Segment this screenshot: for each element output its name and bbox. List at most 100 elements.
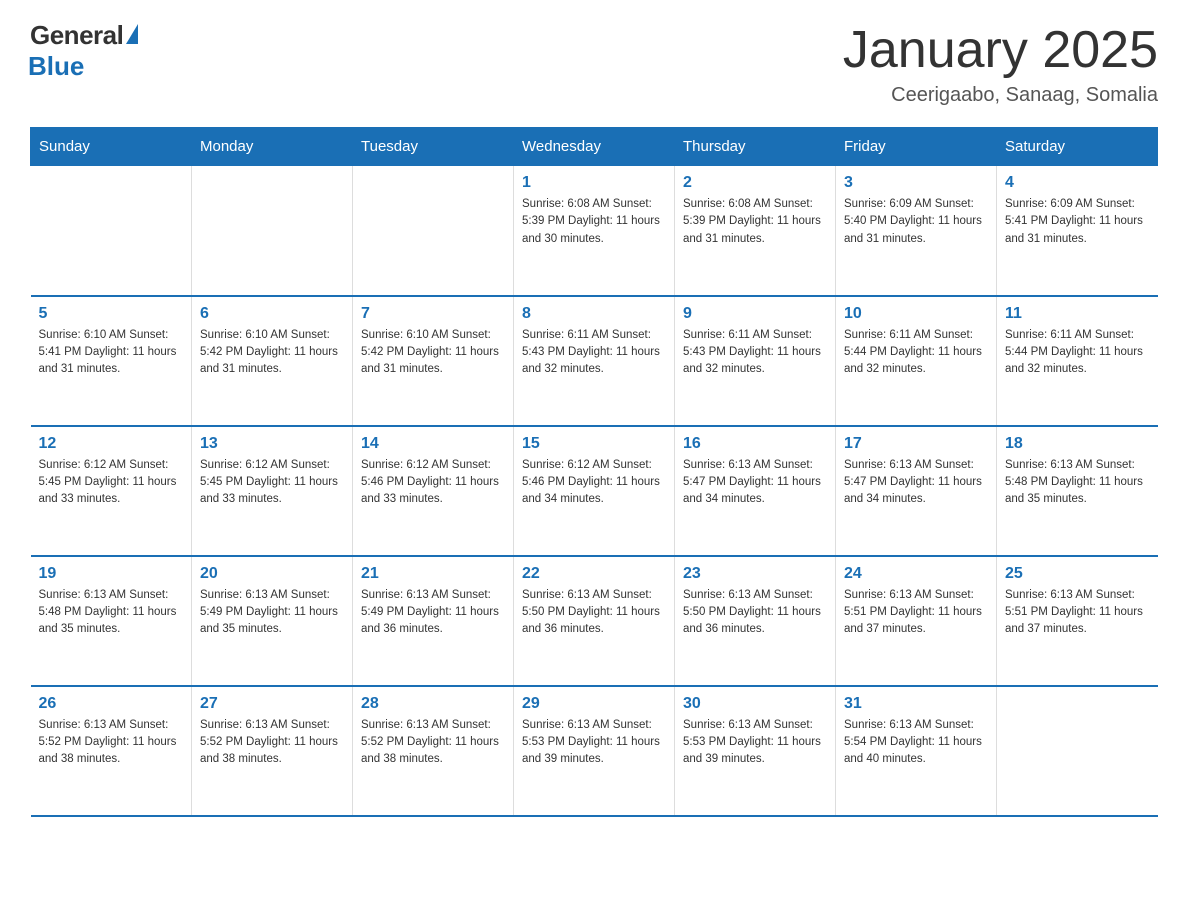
day-info: Sunrise: 6:13 AM Sunset: 5:48 PM Dayligh… — [1005, 457, 1150, 509]
calendar-cell: 1 Sunrise: 6:08 AM Sunset: 5:39 PM Daylig… — [514, 166, 675, 296]
calendar-cell: 15 Sunrise: 6:12 AM Sunset: 5:46 PM Dayli… — [514, 426, 675, 556]
calendar-cell: 6Sunrise: 6:10 AM Sunset: 5:42 PM Daylig… — [192, 296, 353, 426]
calendar-cell: 8Sunrise: 6:11 AM Sunset: 5:43 PM Daylig… — [514, 296, 675, 426]
day-number: 2 — [683, 174, 827, 192]
calendar-cell: 7 Sunrise: 6:10 AM Sunset: 5:42 PM Daylig… — [353, 296, 514, 426]
calendar-cell: 22 Sunrise: 6:13 AM Sunset: 5:50 PM Dayli… — [514, 556, 675, 686]
day-number: 18 — [1005, 435, 1150, 453]
day-number: 14 — [361, 435, 505, 453]
calendar-cell: 23 Sunrise: 6:13 AM Sunset: 5:50 PM Dayli… — [675, 556, 836, 686]
day-number: 10 — [844, 305, 988, 323]
calendar-cell: 16 Sunrise: 6:13 AM Sunset: 5:47 PM Dayli… — [675, 426, 836, 556]
day-number: 5 — [39, 305, 184, 323]
day-number: 22 — [522, 565, 666, 583]
weekday-header-row: SundayMondayTuesdayWednesdayThursdayFrid… — [31, 128, 1158, 166]
day-info: Sunrise: 6:13 AM Sunset: 5:49 PM Dayligh… — [361, 587, 505, 639]
day-info: Sunrise: 6:09 AM Sunset: 5:41 PM Dayligh… — [1005, 196, 1150, 248]
calendar-cell: 30 Sunrise: 6:13 AM Sunset: 5:53 PM Dayli… — [675, 686, 836, 816]
calendar-cell: 21 Sunrise: 6:13 AM Sunset: 5:49 PM Dayli… — [353, 556, 514, 686]
day-info: Sunrise: 6:13 AM Sunset: 5:47 PM Dayligh… — [683, 457, 827, 509]
day-info: Sunrise: 6:11 AM Sunset: 5:43 PM Dayligh… — [683, 327, 827, 379]
weekday-header-sunday: Sunday — [31, 128, 192, 166]
calendar-week-row: 19 Sunrise: 6:13 AM Sunset: 5:48 PM Dayli… — [31, 556, 1158, 686]
calendar-table: SundayMondayTuesdayWednesdayThursdayFrid… — [30, 127, 1158, 817]
calendar-cell: 12Sunrise: 6:12 AM Sunset: 5:45 PM Dayli… — [31, 426, 192, 556]
day-number: 28 — [361, 695, 505, 713]
calendar-cell: 25Sunrise: 6:13 AM Sunset: 5:51 PM Dayli… — [997, 556, 1158, 686]
calendar-cell: 10Sunrise: 6:11 AM Sunset: 5:44 PM Dayli… — [836, 296, 997, 426]
calendar-cell: 17Sunrise: 6:13 AM Sunset: 5:47 PM Dayli… — [836, 426, 997, 556]
day-info: Sunrise: 6:08 AM Sunset: 5:39 PM Dayligh… — [683, 196, 827, 248]
day-info: Sunrise: 6:09 AM Sunset: 5:40 PM Dayligh… — [844, 196, 988, 248]
calendar-week-row: 5 Sunrise: 6:10 AM Sunset: 5:41 PM Daylig… — [31, 296, 1158, 426]
day-info: Sunrise: 6:13 AM Sunset: 5:53 PM Dayligh… — [522, 717, 666, 769]
day-number: 21 — [361, 565, 505, 583]
day-number: 3 — [844, 174, 988, 192]
weekday-header-friday: Friday — [836, 128, 997, 166]
day-info: Sunrise: 6:13 AM Sunset: 5:47 PM Dayligh… — [844, 457, 988, 509]
calendar-cell: 4 Sunrise: 6:09 AM Sunset: 5:41 PM Daylig… — [997, 166, 1158, 296]
day-info: Sunrise: 6:13 AM Sunset: 5:52 PM Dayligh… — [39, 717, 184, 769]
day-info: Sunrise: 6:13 AM Sunset: 5:49 PM Dayligh… — [200, 587, 344, 639]
calendar-cell: 20Sunrise: 6:13 AM Sunset: 5:49 PM Dayli… — [192, 556, 353, 686]
calendar-cell: 18 Sunrise: 6:13 AM Sunset: 5:48 PM Dayli… — [997, 426, 1158, 556]
calendar-cell: 3 Sunrise: 6:09 AM Sunset: 5:40 PM Daylig… — [836, 166, 997, 296]
day-info: Sunrise: 6:10 AM Sunset: 5:42 PM Dayligh… — [361, 327, 505, 379]
calendar-cell: 9 Sunrise: 6:11 AM Sunset: 5:43 PM Daylig… — [675, 296, 836, 426]
calendar-cell: 5 Sunrise: 6:10 AM Sunset: 5:41 PM Daylig… — [31, 296, 192, 426]
day-info: Sunrise: 6:11 AM Sunset: 5:44 PM Dayligh… — [1005, 327, 1150, 379]
day-info: Sunrise: 6:13 AM Sunset: 5:50 PM Dayligh… — [522, 587, 666, 639]
calendar-cell: 24 Sunrise: 6:13 AM Sunset: 5:51 PM Dayli… — [836, 556, 997, 686]
logo-blue-text: Blue — [28, 51, 84, 82]
calendar-cell: 13 Sunrise: 6:12 AM Sunset: 5:45 PM Dayli… — [192, 426, 353, 556]
day-number: 19 — [39, 565, 184, 583]
weekday-header-wednesday: Wednesday — [514, 128, 675, 166]
day-number: 9 — [683, 305, 827, 323]
day-info: Sunrise: 6:13 AM Sunset: 5:53 PM Dayligh… — [683, 717, 827, 769]
weekday-header-saturday: Saturday — [997, 128, 1158, 166]
day-info: Sunrise: 6:12 AM Sunset: 5:46 PM Dayligh… — [522, 457, 666, 509]
day-info: Sunrise: 6:13 AM Sunset: 5:51 PM Dayligh… — [1005, 587, 1150, 639]
day-info: Sunrise: 6:12 AM Sunset: 5:45 PM Dayligh… — [200, 457, 344, 509]
day-info: Sunrise: 6:13 AM Sunset: 5:50 PM Dayligh… — [683, 587, 827, 639]
day-number: 16 — [683, 435, 827, 453]
day-number: 4 — [1005, 174, 1150, 192]
calendar-week-row: 12 Sunrise: 6:12 AM Sunset: 5:45 PM Dayli… — [31, 426, 1158, 556]
day-info: Sunrise: 6:13 AM Sunset: 5:52 PM Dayligh… — [361, 717, 505, 769]
calendar-cell — [192, 166, 353, 296]
logo-general-text: General — [30, 20, 123, 51]
title-section: January 2025 Ceerigaabo, Sanaag, Somalia — [843, 20, 1158, 107]
day-number: 7 — [361, 305, 505, 323]
day-number: 13 — [200, 435, 344, 453]
day-info: Sunrise: 6:13 AM Sunset: 5:54 PM Dayligh… — [844, 717, 988, 769]
weekday-header-tuesday: Tuesday — [353, 128, 514, 166]
day-info: Sunrise: 6:13 AM Sunset: 5:52 PM Dayligh… — [200, 717, 344, 769]
calendar-cell — [997, 686, 1158, 816]
day-number: 23 — [683, 565, 827, 583]
calendar-cell: 27 Sunrise: 6:13 AM Sunset: 5:52 PM Dayli… — [192, 686, 353, 816]
day-info: Sunrise: 6:11 AM Sunset: 5:43 PM Dayligh… — [522, 327, 666, 379]
weekday-header-monday: Monday — [192, 128, 353, 166]
day-number: 15 — [522, 435, 666, 453]
calendar-cell: 19 Sunrise: 6:13 AM Sunset: 5:48 PM Dayli… — [31, 556, 192, 686]
day-info: Sunrise: 6:08 AM Sunset: 5:39 PM Dayligh… — [522, 196, 666, 248]
day-number: 29 — [522, 695, 666, 713]
day-number: 30 — [683, 695, 827, 713]
day-number: 1 — [522, 174, 666, 192]
calendar-cell: 14Sunrise: 6:12 AM Sunset: 5:46 PM Dayli… — [353, 426, 514, 556]
logo: General Blue — [30, 20, 138, 82]
day-number: 24 — [844, 565, 988, 583]
day-number: 11 — [1005, 305, 1150, 323]
calendar-cell — [353, 166, 514, 296]
day-number: 12 — [39, 435, 184, 453]
calendar-cell: 29 Sunrise: 6:13 AM Sunset: 5:53 PM Dayli… — [514, 686, 675, 816]
calendar-cell: 2 Sunrise: 6:08 AM Sunset: 5:39 PM Daylig… — [675, 166, 836, 296]
day-info: Sunrise: 6:10 AM Sunset: 5:41 PM Dayligh… — [39, 327, 184, 379]
calendar-cell: 31Sunrise: 6:13 AM Sunset: 5:54 PM Dayli… — [836, 686, 997, 816]
day-info: Sunrise: 6:13 AM Sunset: 5:48 PM Dayligh… — [39, 587, 184, 639]
day-number: 27 — [200, 695, 344, 713]
day-info: Sunrise: 6:13 AM Sunset: 5:51 PM Dayligh… — [844, 587, 988, 639]
weekday-header-thursday: Thursday — [675, 128, 836, 166]
calendar-cell — [31, 166, 192, 296]
calendar-subtitle: Ceerigaabo, Sanaag, Somalia — [843, 84, 1158, 107]
